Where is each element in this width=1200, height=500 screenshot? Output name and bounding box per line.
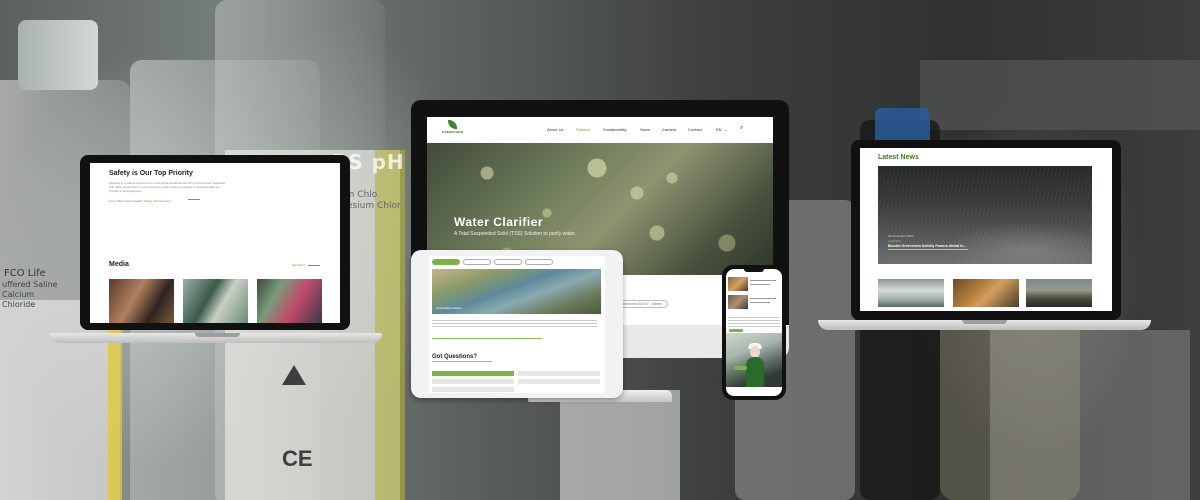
media-thumbnail[interactable] [183,279,248,323]
learn-more-link[interactable]: Learn More About Health, Safety, Environ… [109,199,171,203]
tablet-hero-image: Sustainability Initiatives [432,269,601,314]
highlight-link[interactable] [432,338,542,339]
news-thumbnail[interactable] [1026,279,1092,307]
news-thumbnail[interactable] [878,279,944,307]
nav-news[interactable]: News [640,127,650,132]
news-thumbnail[interactable] [953,279,1019,307]
list-text [750,280,776,281]
warning-sign-icon [282,365,306,385]
media-title: Media [109,261,129,268]
section-title: Safety is Our Top Priority [109,170,193,177]
form-field[interactable] [432,379,514,384]
background-shelf [920,60,1200,130]
background-stickers [990,330,1190,500]
body-text [432,320,597,329]
left-laptop-screen: Safety is Our Top Priority Working in a … [90,163,340,323]
phone-screen [726,269,782,396]
bottle-label-text: FCO Life [4,268,46,279]
language-selector[interactable]: EN [716,127,722,132]
greenchem-logo[interactable]: GREENCHEM [441,120,463,134]
list-thumbnail [728,277,748,291]
tablet-screen: Sustainability Initiatives Got Questions… [429,256,605,393]
list-text [750,284,770,285]
background-label-stripe [108,330,122,500]
phone-notch [744,268,764,272]
media-thumbnail[interactable] [257,279,322,323]
search-icon[interactable]: ⌕ [740,125,743,132]
hero-caption: Sustainability Initiatives [436,307,462,310]
background-bottle-mid [560,390,680,500]
media-thumbnail[interactable] [109,279,174,323]
form-field[interactable] [432,371,514,376]
arrow-right-icon [188,199,200,200]
nav-sustainability[interactable]: Sustainability [603,127,627,132]
list-text [750,302,770,303]
bottle-label-text: uffered Saline Calcium Chloride [2,280,58,309]
tab-item[interactable] [525,259,553,265]
chevron-down-icon: ⌄ [724,127,728,132]
cta-button[interactable] [734,366,747,370]
featured-news-image[interactable]: 20 December 2024 Highlights Biocide Gree… [878,166,1092,264]
logo-text: GREENCHEM [442,130,464,134]
nav-product[interactable]: Product [576,127,590,132]
tab-item[interactable] [494,259,522,265]
see-all-link[interactable]: See More [292,263,305,267]
tab-item[interactable] [463,259,491,265]
background-bottle-cap [18,20,98,90]
list-thumbnail [728,295,748,309]
form-field[interactable] [518,379,600,384]
ce-mark-icon: CE [282,446,313,471]
nav-contact[interactable]: Contact [688,127,702,132]
contact-heading: Got Questions? [432,354,477,360]
top-navigation: GREENCHEM About Us Product Sustainabilit… [427,117,773,143]
form-field[interactable] [432,387,514,392]
worker-figure [746,357,764,387]
laptop-notch [195,333,240,337]
tab-item[interactable] [432,259,460,265]
news-date: 20 December 2024 [888,234,914,238]
news-category: Highlights [888,239,902,243]
news-headline[interactable]: Biocide Greenchem Activity Powers Ahead … [888,244,966,248]
hero-subtitle: A Total Suspended Solid (TSS) Solution t… [454,231,576,237]
list-item[interactable] [728,277,780,291]
background-bottle-label [0,300,120,500]
section-description: Working in a safe environment is most fu… [109,181,226,193]
contact-subtext [432,361,492,362]
hero-title: Water Clarifier [454,215,544,229]
arrow-right-icon [308,265,320,266]
news-excerpt [888,249,968,250]
nav-about-us[interactable]: About Us [547,127,563,132]
leaf-logo-icon [448,120,457,129]
list-item[interactable] [728,295,780,309]
list-text [750,298,776,299]
right-laptop-screen: Latest News 20 December 2024 Highlights … [860,148,1112,311]
latest-news-title: Latest News [878,154,919,161]
read-more-button[interactable] [729,329,743,332]
form-field[interactable] [518,371,600,376]
body-text [728,317,780,327]
product-tag[interactable]: Ammonia Sol 07 - Tables [617,300,668,308]
laptop-notch [962,320,1007,324]
nav-careers[interactable]: Careers [662,127,676,132]
